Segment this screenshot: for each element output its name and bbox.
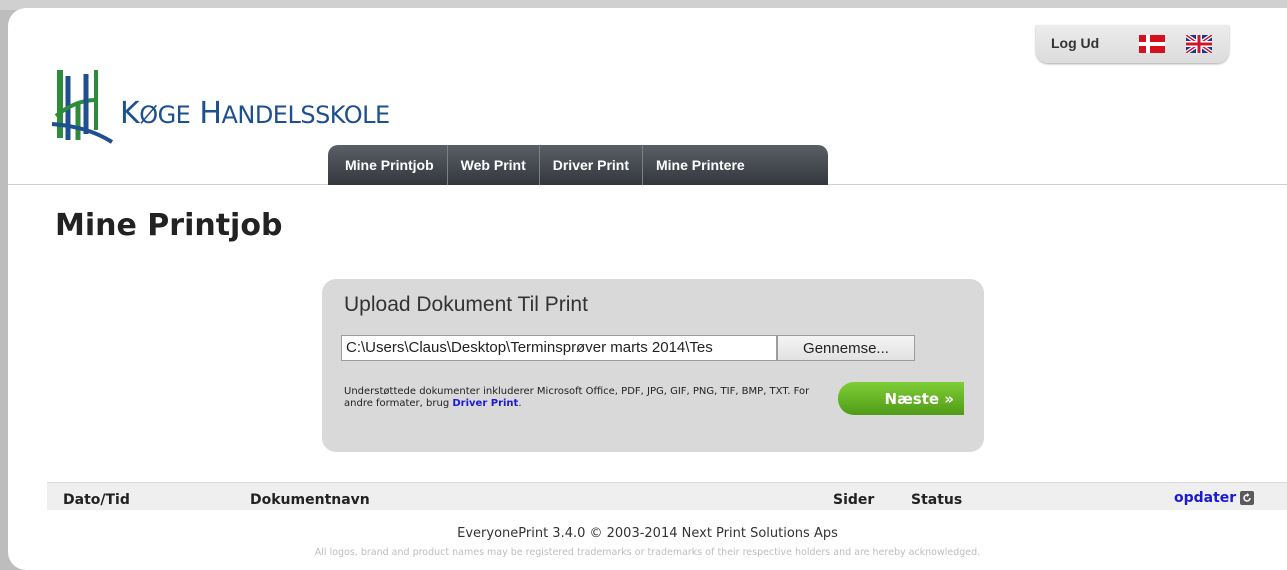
utility-tab: Log Ud bbox=[1036, 25, 1229, 63]
footer-divider bbox=[8, 510, 1287, 518]
school-logo[interactable]: KØGE HANDELSSKOLE bbox=[48, 66, 488, 146]
logout-link[interactable]: Log Ud bbox=[1051, 35, 1099, 51]
upload-panel: Upload Dokument Til Print C:\Users\Claus… bbox=[322, 279, 984, 452]
nav-item-web-print[interactable]: Web Print bbox=[448, 145, 540, 185]
header: Log Ud KØGE HANDELSSKOLE Mine Printjob W… bbox=[8, 8, 1287, 185]
column-header-status[interactable]: Status bbox=[911, 492, 962, 508]
uk-flag-icon[interactable] bbox=[1186, 35, 1212, 53]
column-header-document-name[interactable]: Dokumentnavn bbox=[250, 492, 370, 508]
nav-item-driver-print[interactable]: Driver Print bbox=[540, 145, 643, 185]
browse-button[interactable]: Gennemse... bbox=[777, 335, 915, 361]
danish-flag-icon[interactable] bbox=[1139, 35, 1165, 53]
column-header-pages[interactable]: Sider bbox=[833, 492, 874, 508]
refresh-icon bbox=[1240, 491, 1255, 505]
footer: EveryonePrint 3.4.0 © 2003-2014 Next Pri… bbox=[8, 526, 1287, 558]
refresh-label: opdater bbox=[1174, 490, 1237, 506]
footer-trademark-note: All logos, brand and product names may b… bbox=[314, 547, 981, 558]
nav-item-mine-printjob[interactable]: Mine Printjob bbox=[332, 145, 448, 185]
column-header-date[interactable]: Dato/Tid bbox=[63, 492, 130, 508]
file-path-input[interactable]: C:\Users\Claus\Desktop\Terminsprøver mar… bbox=[341, 335, 777, 361]
page-container: Log Ud KØGE HANDELSSKOLE Mine Printjob W… bbox=[8, 8, 1287, 570]
page-title: Mine Printjob bbox=[55, 208, 283, 243]
logo-text: KØGE HANDELSSKOLE bbox=[120, 96, 390, 131]
next-button[interactable]: Næste » bbox=[838, 382, 964, 415]
main-nav: Mine Printjob Web Print Driver Print Min… bbox=[328, 145, 828, 185]
supported-formats-text: Understøttede dokumenter inkluderer Micr… bbox=[344, 386, 810, 409]
logo-mark-icon bbox=[51, 70, 114, 144]
driver-print-link[interactable]: Driver Print bbox=[452, 398, 518, 409]
upload-title: Upload Dokument Til Print bbox=[344, 293, 588, 316]
refresh-link[interactable]: opdater bbox=[1174, 490, 1255, 506]
footer-copyright: EveryonePrint 3.4.0 © 2003-2014 Next Pri… bbox=[457, 526, 838, 541]
nav-item-mine-printere[interactable]: Mine Printere bbox=[643, 145, 758, 185]
